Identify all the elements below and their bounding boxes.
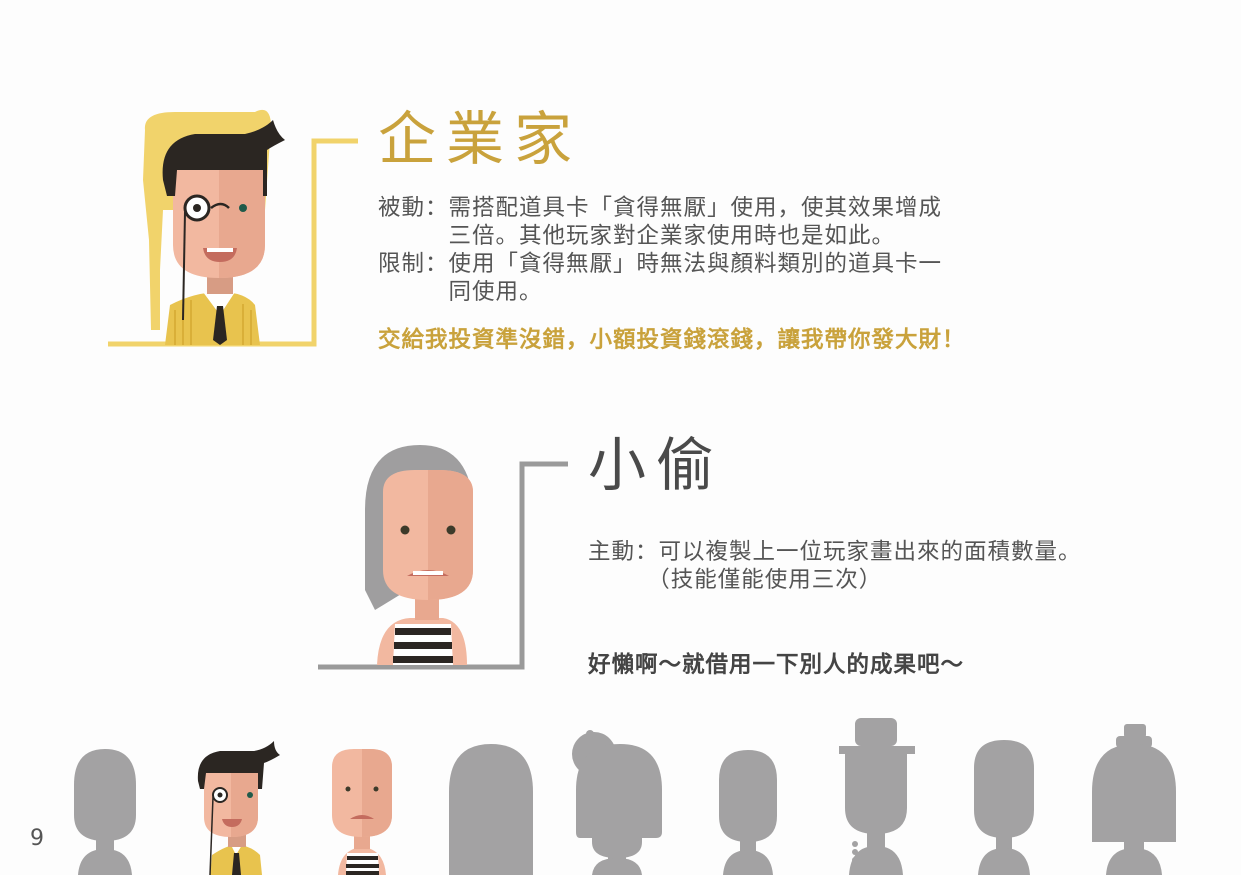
silhouette-6-icon bbox=[719, 750, 777, 875]
entrepreneur-portrait-icon bbox=[143, 109, 285, 345]
thief-quote: 好懶啊～就借用一下別人的成果吧～ bbox=[588, 652, 965, 678]
page-number: 9 bbox=[30, 826, 44, 851]
silhouette-1-icon bbox=[74, 749, 136, 875]
entrepreneur-desc-line-4: 同使用。 bbox=[378, 279, 543, 305]
thief-desc-line-1: 主動：可以複製上一位玩家畫出來的面積數量。 bbox=[588, 539, 1082, 565]
thief-portrait-icon bbox=[365, 445, 473, 665]
entrepreneur-small-icon bbox=[197, 741, 280, 875]
entrepreneur-desc-line-2: 三倍。其他玩家對企業家使用時也是如此。 bbox=[378, 223, 896, 249]
silhouette-7-icon bbox=[839, 718, 915, 875]
silhouette-5-icon bbox=[572, 730, 662, 875]
thief-desc-line-2: （技能僅能使用三次） bbox=[588, 567, 883, 593]
entrepreneur-desc-line-3: 限制：使用「貪得無厭」時無法與顏料類別的道具卡一 bbox=[378, 251, 943, 277]
entrepreneur-quote: 交給我投資準沒錯，小額投資錢滾錢，讓我帶你發大財！ bbox=[378, 327, 966, 353]
silhouette-8-icon bbox=[974, 740, 1034, 875]
entrepreneur-title: 企業家 bbox=[378, 105, 583, 173]
thief-small-icon bbox=[332, 749, 392, 875]
silhouette-4-icon bbox=[449, 744, 533, 875]
silhouette-9-icon bbox=[1092, 724, 1176, 875]
thief-title: 小偷 bbox=[588, 431, 725, 499]
entrepreneur-desc-line-1: 被動：需搭配道具卡「貪得無厭」使用，使其效果增成 bbox=[378, 195, 943, 221]
